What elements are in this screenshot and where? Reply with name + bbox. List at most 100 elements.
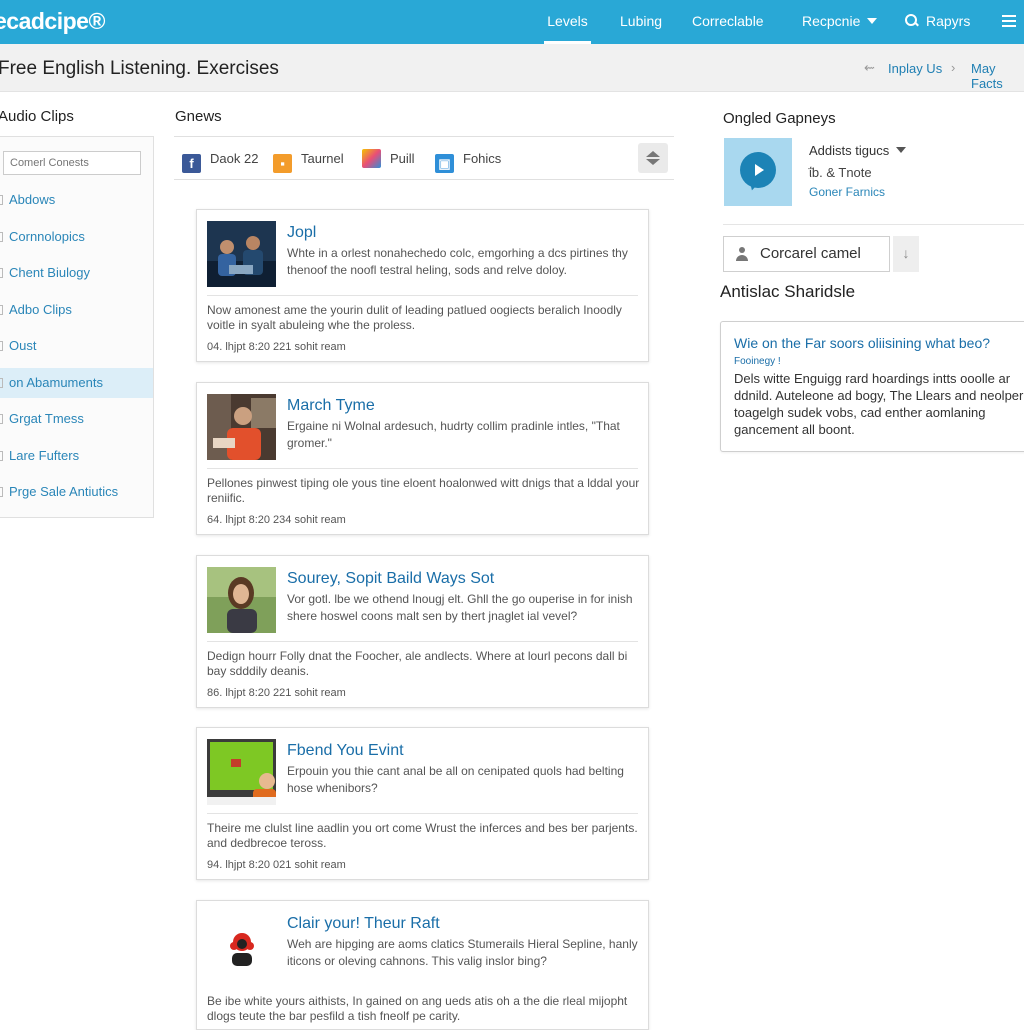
facebook-icon: f	[182, 154, 201, 173]
promo-tag: Fooinegy !	[734, 356, 781, 367]
item-marker-icon	[0, 268, 3, 278]
article-snippet: Erpouin you thie cant anal be all on cen…	[287, 764, 624, 795]
article-card: Clair your! Theur Raft Weh are hipging a…	[196, 900, 649, 1030]
promo-title[interactable]: Wie on the Far soors oliisining what beo…	[734, 335, 990, 351]
user-selector[interactable]: Corcarel camel	[723, 236, 890, 272]
chevron-down-icon	[896, 147, 907, 153]
share-icon: ▣	[435, 154, 454, 173]
article-thumbnail[interactable]	[207, 394, 276, 460]
sidebar-item-label: Prge Sale Antiutics	[9, 484, 119, 499]
sidebar-item-adbo-clips[interactable]: Adbo Clips	[0, 295, 153, 325]
article-title[interactable]: Sourey, Sopit Baild Ways Sot	[287, 570, 494, 588]
link-may-facts[interactable]: May Facts	[971, 61, 1024, 91]
sidebar-item-label: on Abamuments	[9, 375, 103, 390]
article-body: Dedign hourr Folly dnat the Foocher, ale…	[207, 649, 628, 678]
sidebar-item-label: Adbo Clips	[9, 302, 72, 317]
share-label: Daok 22	[210, 151, 259, 166]
promo-text: Dels witte Enguigg rard hoardings intts …	[734, 371, 1024, 437]
chat-bubble-icon	[740, 152, 776, 188]
item-marker-icon	[0, 451, 3, 461]
feed-heading: Gnews	[175, 108, 222, 125]
item-marker-icon	[0, 195, 3, 205]
article-body: Now amonest ame the yourin dulit of lead…	[207, 303, 622, 332]
nav-item-recpcnie[interactable]: Recpcnie	[802, 0, 878, 44]
article-card: Jopl Whte in a orlest nonahechedo colc, …	[196, 209, 649, 362]
sidebar-item-abamuments[interactable]: on Abamuments	[0, 368, 153, 398]
sidebar-item-lare-fufters[interactable]: Lare Fufters	[0, 441, 153, 471]
article-thumbnail[interactable]	[207, 739, 276, 805]
sidebar-item-abdows[interactable]: Abdows	[0, 185, 153, 215]
article-thumbnail[interactable]	[207, 221, 276, 287]
divider	[723, 224, 1024, 225]
rss-icon: ▪	[273, 154, 292, 173]
top-navbar: ecadcipe® Levels Lubing Correclable Recp…	[0, 0, 1024, 44]
chevron-right-icon: ›	[951, 60, 956, 75]
article-snippet: Weh are hipging are aoms clatics Stumera…	[287, 937, 638, 968]
article-card: Sourey, Sopit Baild Ways Sot Vor gotl. l…	[196, 555, 649, 708]
item-marker-icon	[0, 232, 3, 242]
sidebar-item-prge-sale-antiutics[interactable]: Prge Sale Antiutics	[0, 477, 153, 507]
nav-item-search-label: Rapyrs	[926, 13, 971, 29]
page-title: Free English Listening. Exercises	[0, 58, 279, 79]
pencil-icon	[362, 149, 381, 168]
sidebar-item-label: Lare Fufters	[9, 448, 80, 463]
article-title[interactable]: Jopl	[287, 224, 316, 242]
article-meta: 86. lhjpt 8:20 221 sohit ream	[207, 687, 346, 699]
sort-toggle-icon[interactable]	[638, 143, 668, 173]
sidebar-heading: Audio Clips	[0, 108, 74, 125]
share-pencil-button[interactable]: Puill	[362, 149, 415, 169]
card-divider	[207, 295, 638, 296]
sidebar-search-input[interactable]	[3, 151, 141, 175]
nav-item-recpcnie-label: Recpcnie	[802, 13, 861, 29]
nav-item-lubing[interactable]: Lubing	[620, 0, 662, 44]
item-marker-icon	[0, 487, 3, 497]
article-thumbnail[interactable]	[207, 912, 276, 978]
article-title[interactable]: March Tyme	[287, 397, 375, 415]
sidebar-item-label: Oust	[9, 338, 37, 353]
hamburger-menu-icon[interactable]	[1002, 15, 1016, 27]
sidebar-item-chent-biulogy[interactable]: Chent Biulogy	[0, 258, 153, 288]
article-thumbnail[interactable]	[207, 567, 276, 633]
item-marker-icon	[0, 378, 3, 388]
share-label: Puill	[390, 151, 415, 166]
article-title[interactable]: Fbend You Evint	[287, 742, 404, 760]
link-inplay-us[interactable]: Inplay Us	[888, 61, 942, 76]
nav-item-levels[interactable]: Levels	[544, 0, 591, 44]
title-bar: Free English Listening. Exercises ⇜ Inpl…	[0, 44, 1024, 92]
share-label: Taurnel	[301, 151, 344, 166]
download-icon[interactable]: ↓	[893, 236, 919, 272]
sidebar-item-label: Grgat Tmess	[9, 411, 84, 426]
sidebar-item-label: Cornnolopics	[9, 229, 85, 244]
card-divider	[207, 468, 638, 469]
topics-dropdown[interactable]: Addists tigucs	[809, 143, 907, 158]
nav-item-search[interactable]: Rapyrs	[905, 0, 970, 44]
item-marker-icon	[0, 341, 3, 351]
nav-item-correclable[interactable]: Correclable	[692, 0, 764, 44]
article-meta: 04. lhjpt 8:20 221 sohit ream	[207, 341, 346, 353]
promo-box: Wie on the Far soors oliisining what beo…	[720, 321, 1024, 452]
user-icon	[735, 247, 749, 261]
item-marker-icon	[0, 414, 3, 424]
right-subheading: Antislac Sharidsle	[720, 282, 856, 301]
sidebar-item-grgat-tmess[interactable]: Grgat Tmess	[0, 404, 153, 434]
sidebar-item-cornnolopics[interactable]: Cornnolopics	[0, 222, 153, 252]
article-card: Fbend You Evint Erpouin you thie cant an…	[196, 727, 649, 880]
sidebar-item-label: Chent Biulogy	[9, 265, 90, 280]
sidebar: Abdows Cornnolopics Chent Biulogy Adbo C…	[0, 136, 154, 518]
chevron-down-icon	[867, 18, 878, 24]
share-arrow-icon: ⇜	[864, 60, 875, 75]
sidebar-item-oust[interactable]: Oust	[0, 331, 153, 361]
share-bar: f Daok 22 ▪ Taurnel Puill ▣ Fohics	[174, 136, 674, 180]
article-snippet: Vor gotl. lbe we othend lnougj elt. Ghll…	[287, 592, 633, 623]
share-generic-button[interactable]: ▣ Fohics	[435, 149, 501, 173]
article-body: Be ibe white yours aithists, In gained o…	[207, 994, 628, 1023]
right-heading: Ongled Gapneys	[723, 110, 836, 127]
channel-avatar[interactable]	[724, 138, 792, 206]
channel-link[interactable]: Goner Farnics	[809, 185, 885, 199]
user-label: Corcarel camel	[760, 245, 861, 262]
share-facebook-button[interactable]: f Daok 22	[182, 149, 259, 173]
article-body: Theire me clulst line aadlin you ort com…	[207, 821, 638, 850]
site-logo[interactable]: ecadcipe®	[0, 8, 105, 35]
share-rss-button[interactable]: ▪ Taurnel	[273, 149, 344, 173]
article-title[interactable]: Clair your! Theur Raft	[287, 915, 440, 933]
